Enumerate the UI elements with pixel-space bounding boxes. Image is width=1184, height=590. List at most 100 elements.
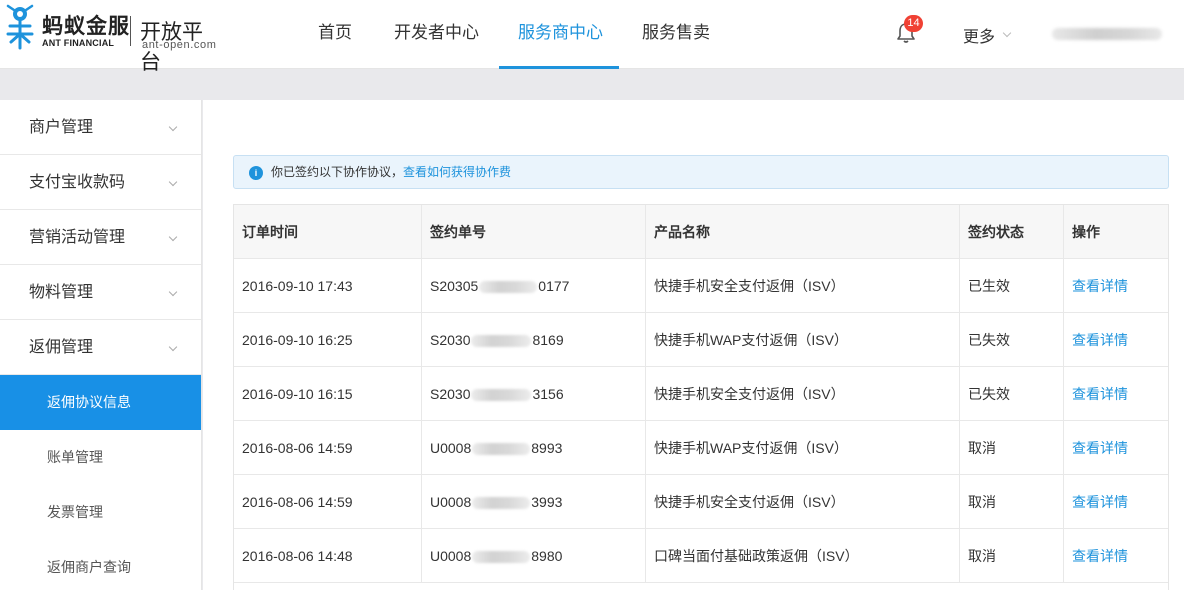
sidebar-item-label: 支付宝收款码 bbox=[29, 174, 126, 191]
redacted-digits bbox=[472, 443, 531, 456]
agreement-no-prefix: S2030 bbox=[430, 386, 471, 402]
redacted-digits bbox=[471, 389, 532, 402]
view-details-cell: 查看详情 bbox=[1064, 367, 1168, 421]
product-name: 快捷手机安全支付返佣（ISV） bbox=[646, 475, 960, 529]
agreement-no-prefix: U0008 bbox=[430, 494, 472, 510]
platform-url: ant-open.com bbox=[142, 39, 217, 51]
sidebar-item-label: 物料管理 bbox=[29, 284, 94, 301]
agreement-no-prefix: S2030 bbox=[430, 332, 471, 348]
logo-en-text: ANT FINANCIAL bbox=[42, 38, 115, 48]
nav-home[interactable]: 首页 bbox=[318, 0, 352, 69]
view-details-link[interactable]: 查看详情 bbox=[1072, 278, 1128, 294]
order-time: 2016-09-10 16:15 bbox=[234, 367, 422, 421]
agreement-no-prefix: S20305 bbox=[430, 278, 479, 294]
notice-message: 你已签约以下协作协议， bbox=[271, 165, 404, 179]
view-details-link[interactable]: 查看详情 bbox=[1072, 386, 1128, 402]
header-order-time: 订单时间 bbox=[234, 205, 422, 259]
agreement-status: 已生效 bbox=[960, 259, 1064, 313]
header-product-name: 产品名称 bbox=[646, 205, 960, 259]
nav-service-sales[interactable]: 服务售卖 bbox=[642, 0, 710, 69]
agreement-no: U0008 8993 bbox=[422, 421, 646, 475]
logo-divider bbox=[130, 16, 131, 46]
agreement-no: U0008 3993 bbox=[422, 475, 646, 529]
notification-badge: 14 bbox=[904, 15, 923, 32]
more-menu[interactable]: 更多 bbox=[963, 23, 995, 47]
chevron-down-icon bbox=[168, 122, 178, 132]
agreement-no-suffix: 3156 bbox=[532, 386, 564, 402]
redacted-digits bbox=[471, 335, 532, 348]
chevron-down-icon bbox=[168, 177, 178, 187]
table-row: 2016-09-10 17:43 S20305 0177 快捷手机安全支付返佣（I… bbox=[234, 259, 1168, 313]
chevron-down-icon bbox=[168, 287, 178, 297]
top-header: 蚂蚁金服 ANT FINANCIAL 开放平台 ant-open.com 首页 … bbox=[0, 0, 1184, 74]
sidebar-item-commission[interactable]: 返佣管理 bbox=[0, 320, 201, 375]
nav-provider-center[interactable]: 服务商中心 bbox=[518, 0, 603, 69]
sidebar: 商户管理 支付宝收款码 营销活动管理 物料管理 返佣管理 返佣协议信息 账单管理… bbox=[0, 100, 202, 590]
table-row: 2016-09-10 16:25 S2030 8169 快捷手机WAP支付返佣（I… bbox=[234, 313, 1168, 367]
agreement-status: 已失效 bbox=[960, 367, 1064, 421]
main-content: i 你已签约以下协作协议，查看如何获得协作费 订单时间 签约单号 产品名称 签约… bbox=[203, 100, 1184, 590]
sidebar-sub-invoices[interactable]: 发票管理 bbox=[0, 485, 201, 540]
sidebar-sub-label: 账单管理 bbox=[47, 449, 103, 465]
agreement-no-suffix: 8993 bbox=[531, 440, 563, 456]
agreement-no-suffix: 3993 bbox=[531, 494, 563, 510]
logo-cn-text: 蚂蚁金服 bbox=[42, 15, 130, 38]
header-status: 签约状态 bbox=[960, 205, 1064, 259]
order-time: 2016-09-10 17:43 bbox=[234, 259, 422, 313]
agreement-status: 已失效 bbox=[960, 313, 1064, 367]
order-time: 2016-09-10 16:25 bbox=[234, 313, 422, 367]
view-details-cell: 查看详情 bbox=[1064, 475, 1168, 529]
sidebar-sub-bills[interactable]: 账单管理 bbox=[0, 430, 201, 485]
agreement-no: S20305 0177 bbox=[422, 259, 646, 313]
sidebar-sub-commission-agreements[interactable]: 返佣协议信息 bbox=[0, 375, 201, 430]
view-details-link[interactable]: 查看详情 bbox=[1072, 548, 1128, 564]
agreement-no: S2030 3156 bbox=[422, 367, 646, 421]
table-row: 2016-08-06 14:48 U0008 8980 口碑当面付基础政策返佣（I… bbox=[234, 529, 1168, 583]
redacted-digits bbox=[479, 281, 538, 294]
sidebar-sub-merchant-query[interactable]: 返佣商户查询 bbox=[0, 540, 201, 590]
view-details-cell: 查看详情 bbox=[1064, 529, 1168, 583]
view-details-cell: 查看详情 bbox=[1064, 421, 1168, 475]
agreement-no-prefix: U0008 bbox=[430, 440, 472, 456]
chevron-down-icon bbox=[168, 232, 178, 242]
view-details-cell: 查看详情 bbox=[1064, 259, 1168, 313]
table-header-row: 订单时间 签约单号 产品名称 签约状态 操作 bbox=[234, 205, 1168, 259]
nav-developer-center[interactable]: 开发者中心 bbox=[394, 0, 479, 69]
header-action: 操作 bbox=[1072, 224, 1100, 240]
view-details-link[interactable]: 查看详情 bbox=[1072, 494, 1128, 510]
user-account-blurred[interactable] bbox=[1052, 28, 1162, 40]
product-name: 快捷手机安全支付返佣（ISV） bbox=[646, 367, 960, 421]
sidebar-sub-label: 返佣协议信息 bbox=[47, 394, 131, 410]
table-row: 2016-08-06 14:59 U0008 3993 快捷手机安全支付返佣（IS… bbox=[234, 475, 1168, 529]
product-name: 口碑当面付基础政策返佣（ISV） bbox=[646, 529, 960, 583]
agreement-no-suffix: 0177 bbox=[538, 278, 570, 294]
redacted-digits bbox=[472, 551, 531, 564]
view-details-link[interactable]: 查看详情 bbox=[1072, 332, 1128, 348]
view-details-link[interactable]: 查看详情 bbox=[1072, 440, 1128, 456]
table-row: 2016-08-06 14:59 U0008 8993 快捷手机WAP支付返佣（I… bbox=[234, 421, 1168, 475]
ant-open-logo[interactable]: 蚂蚁金服 ANT FINANCIAL 开放平台 ant-open.com bbox=[2, 4, 222, 74]
agreement-table: 订单时间 签约单号 产品名称 签约状态 操作 2016-09-10 17:43 … bbox=[233, 204, 1169, 590]
chevron-down-icon bbox=[1002, 28, 1012, 38]
sidebar-sub-label: 返佣商户查询 bbox=[47, 559, 131, 575]
order-time: 2016-08-06 14:59 bbox=[234, 475, 422, 529]
agreement-status: 取消 bbox=[960, 475, 1064, 529]
sidebar-item-alipay-qr[interactable]: 支付宝收款码 bbox=[0, 155, 201, 210]
table-row: 2016-09-10 16:15 S2030 3156 快捷手机安全支付返佣（IS… bbox=[234, 367, 1168, 421]
redacted-digits bbox=[472, 497, 531, 510]
notice-help-link[interactable]: 查看如何获得协作费 bbox=[403, 165, 511, 179]
sidebar-item-label: 商户管理 bbox=[29, 119, 94, 136]
sidebar-item-merchant-management[interactable]: 商户管理 bbox=[0, 100, 201, 155]
info-icon: i bbox=[249, 166, 263, 180]
agreement-no-suffix: 8169 bbox=[532, 332, 564, 348]
agreement-no: S2030 8169 bbox=[422, 313, 646, 367]
view-details-cell: 查看详情 bbox=[1064, 313, 1168, 367]
header-agreement-no: 签约单号 bbox=[422, 205, 646, 259]
sidebar-item-materials[interactable]: 物料管理 bbox=[0, 265, 201, 320]
product-name: 快捷手机WAP支付返佣（ISV） bbox=[646, 421, 960, 475]
sidebar-item-marketing[interactable]: 营销活动管理 bbox=[0, 210, 201, 265]
chevron-down-icon bbox=[168, 342, 178, 352]
info-notice: i 你已签约以下协作协议，查看如何获得协作费 bbox=[233, 155, 1169, 189]
sidebar-sub-label: 发票管理 bbox=[47, 504, 103, 520]
nav-active-indicator bbox=[499, 66, 619, 69]
